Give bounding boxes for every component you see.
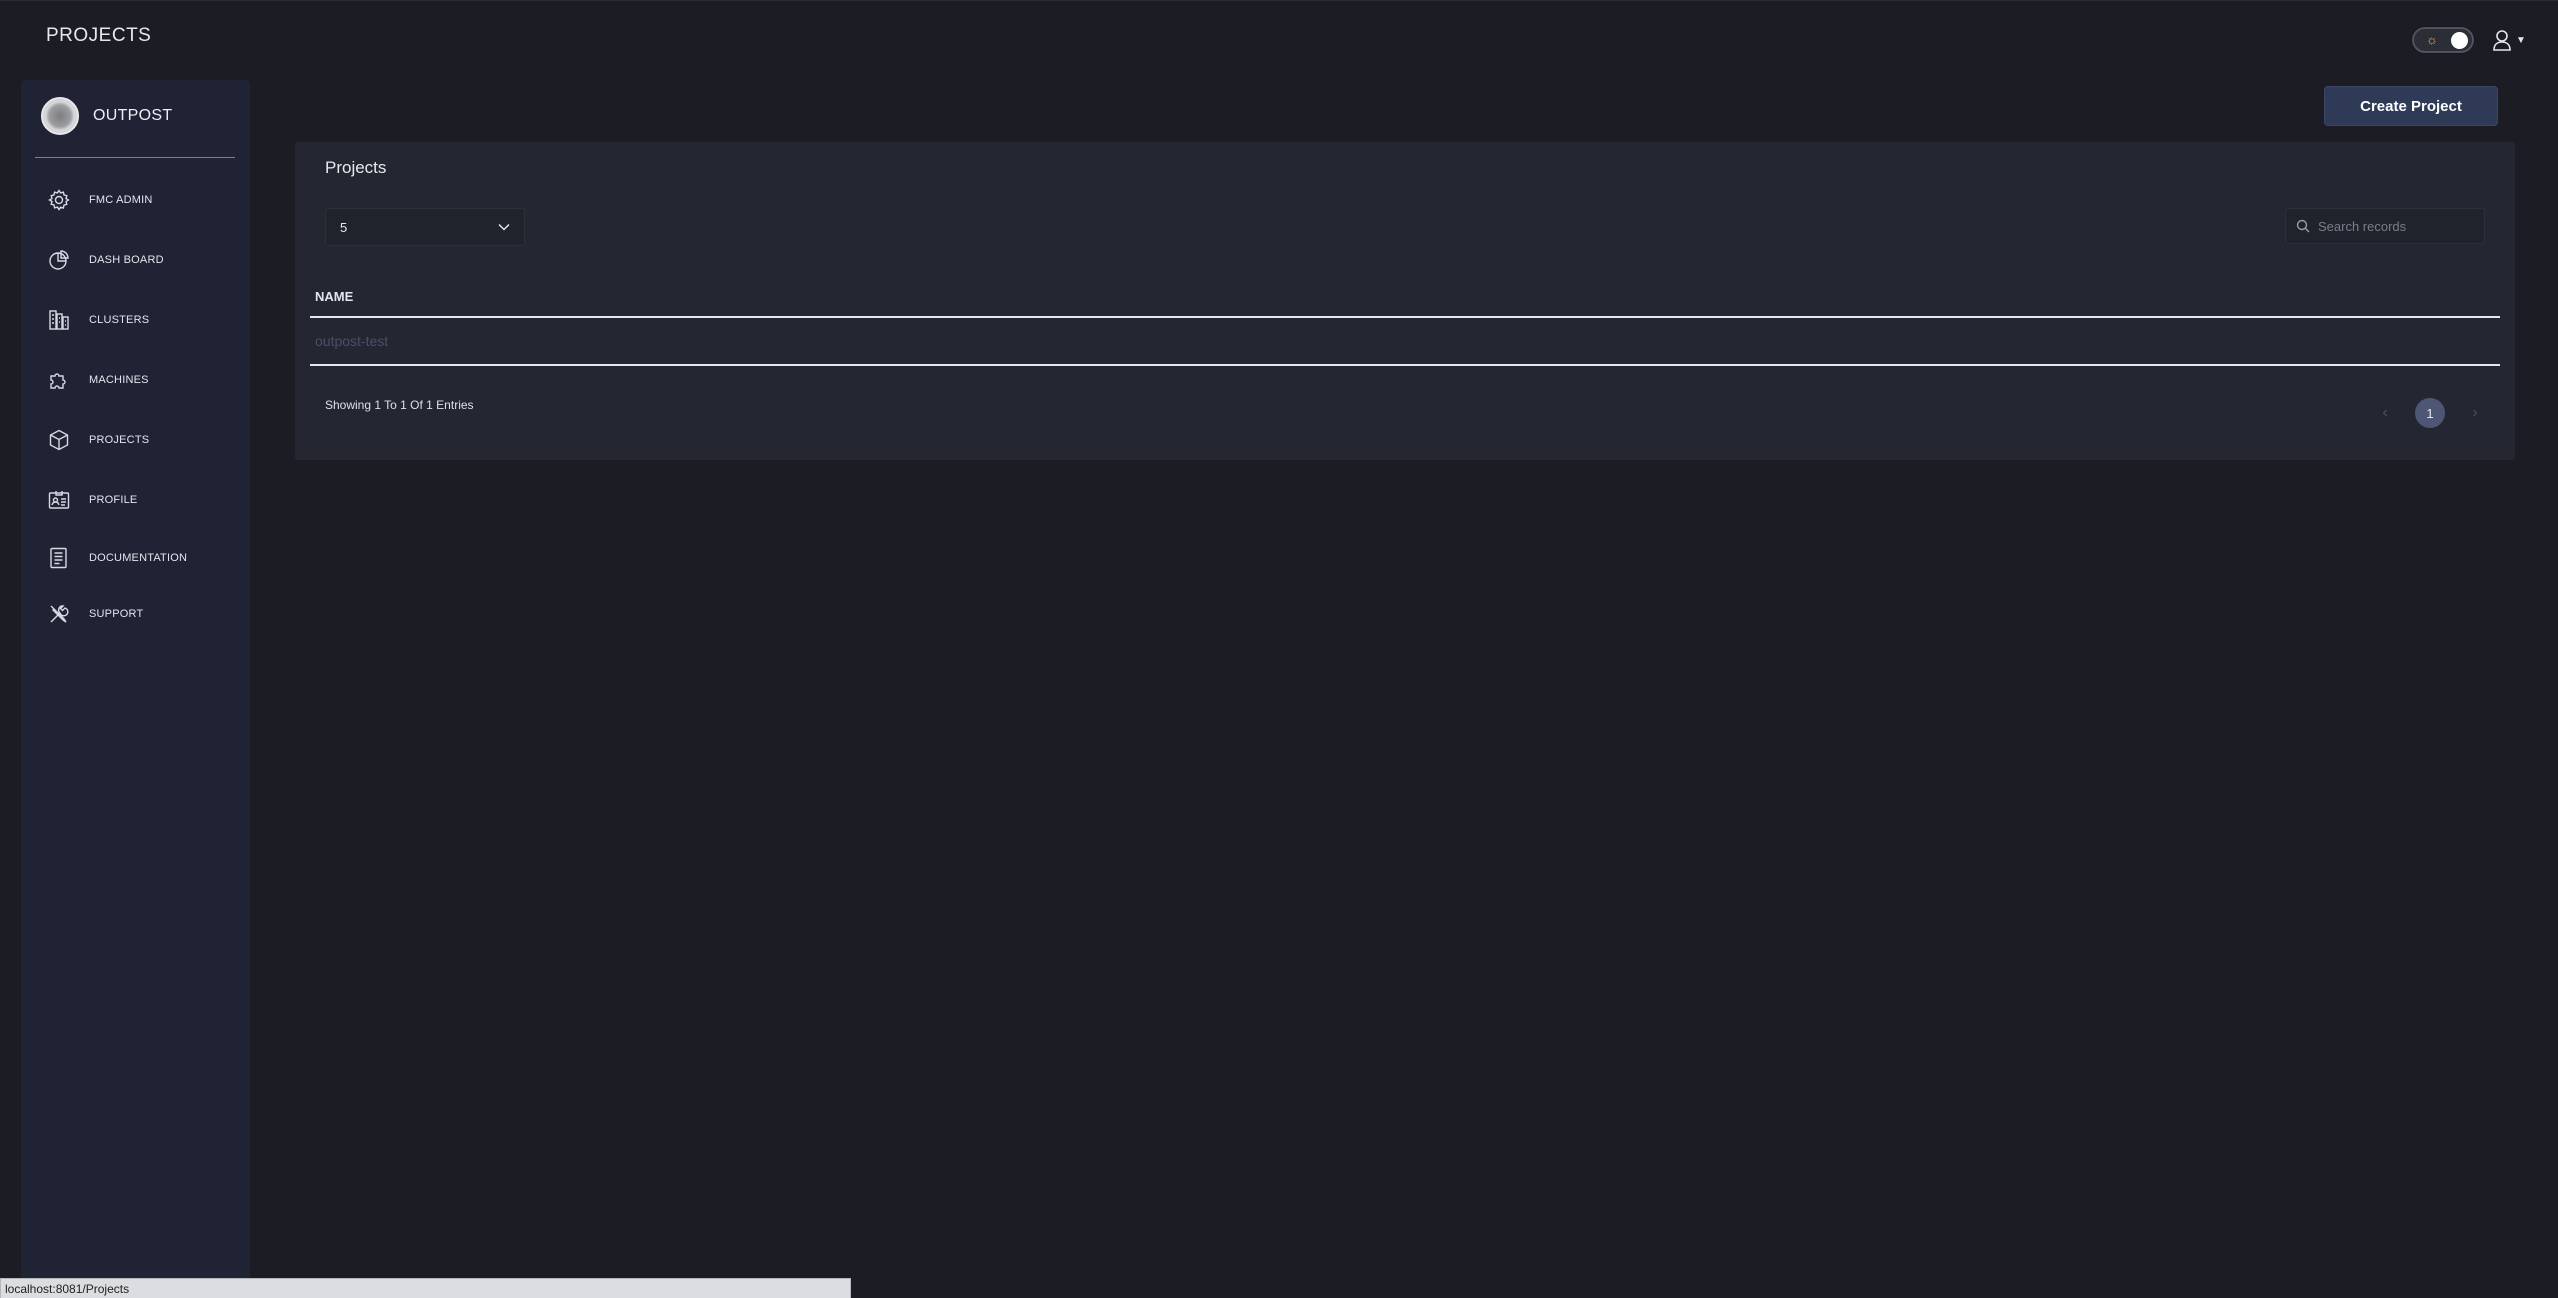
user-icon (2493, 30, 2511, 51)
id-card-icon (48, 491, 70, 509)
next-page-icon[interactable]: › (2465, 404, 2485, 422)
sidebar-item-support[interactable]: SUPPORT (21, 594, 250, 634)
page-button[interactable]: 1 (2415, 398, 2445, 428)
sidebar-item-fmc-admin[interactable]: FMC ADMIN (21, 180, 250, 220)
page-size-select[interactable]: 5 (325, 208, 525, 246)
sidebar-item-documentation[interactable]: DOCUMENTATION (21, 538, 250, 578)
sun-icon: ☼ (2426, 32, 2438, 47)
toggle-knob (2451, 32, 2468, 49)
theme-toggle[interactable]: ☼ (2412, 27, 2474, 53)
table-row[interactable]: outpost-test (310, 318, 2500, 366)
sidebar-item-label: FMC ADMIN (89, 194, 153, 206)
chevron-down-icon: ▼ (2516, 34, 2526, 46)
previous-page-icon[interactable]: ‹ (2375, 404, 2395, 422)
sidebar-item-dash-board[interactable]: DASH BOARD (21, 240, 250, 280)
pagination: ‹ 1 › (2375, 398, 2485, 428)
entries-info: Showing 1 To 1 Of 1 Entries (325, 398, 474, 412)
projects-card: Projects 5 NAME outpost-test Showing 1 T… (295, 142, 2515, 460)
sidebar-item-label: DASH BOARD (89, 254, 164, 266)
sidebar-item-machines[interactable]: MACHINES (21, 360, 250, 400)
cube-icon (49, 429, 69, 451)
search-input[interactable] (2318, 218, 2478, 234)
search-icon (2296, 219, 2310, 233)
page-size-value: 5 (340, 219, 348, 235)
project-link[interactable]: outpost-test (315, 333, 388, 349)
search-box[interactable] (2285, 208, 2485, 244)
pie-chart-icon (49, 250, 69, 270)
sidebar-item-label: MACHINES (89, 374, 149, 386)
brand-name: OUTPOST (93, 107, 173, 124)
puzzle-icon (50, 373, 66, 389)
sidebar-item-label: DOCUMENTATION (89, 552, 188, 564)
document-icon (50, 547, 67, 569)
column-header-name[interactable]: NAME (310, 277, 2500, 318)
sidebar-item-label: PROJECTS (89, 434, 150, 446)
page-title: PROJECTS (46, 25, 152, 46)
sidebar: OUTPOST FMC ADMIN DASH BOARD CLUSTERS MA… (21, 80, 250, 1290)
sidebar-item-label: SUPPORT (89, 608, 144, 620)
cluster-icon (49, 310, 69, 330)
sidebar-item-projects[interactable]: PROJECTS (21, 420, 250, 460)
gear-icon (48, 189, 70, 211)
user-menu[interactable]: ▼ (2492, 25, 2532, 55)
tools-icon (50, 605, 69, 623)
brand-logo (41, 97, 79, 135)
chevron-down-icon (498, 223, 510, 231)
brand[interactable]: OUTPOST (41, 95, 241, 137)
status-bar-url: localhost:8081/Projects (0, 1278, 851, 1298)
sidebar-item-label: CLUSTERS (89, 314, 150, 326)
projects-table: NAME outpost-test (310, 277, 2500, 366)
sidebar-item-profile[interactable]: PROFILE (21, 480, 250, 520)
divider (35, 157, 235, 158)
create-project-button[interactable]: Create Project (2324, 86, 2498, 126)
card-title: Projects (325, 158, 387, 177)
top-bar: PROJECTS ☼ ▼ (0, 0, 2558, 72)
sidebar-item-clusters[interactable]: CLUSTERS (21, 300, 250, 340)
sidebar-item-label: PROFILE (89, 494, 138, 506)
